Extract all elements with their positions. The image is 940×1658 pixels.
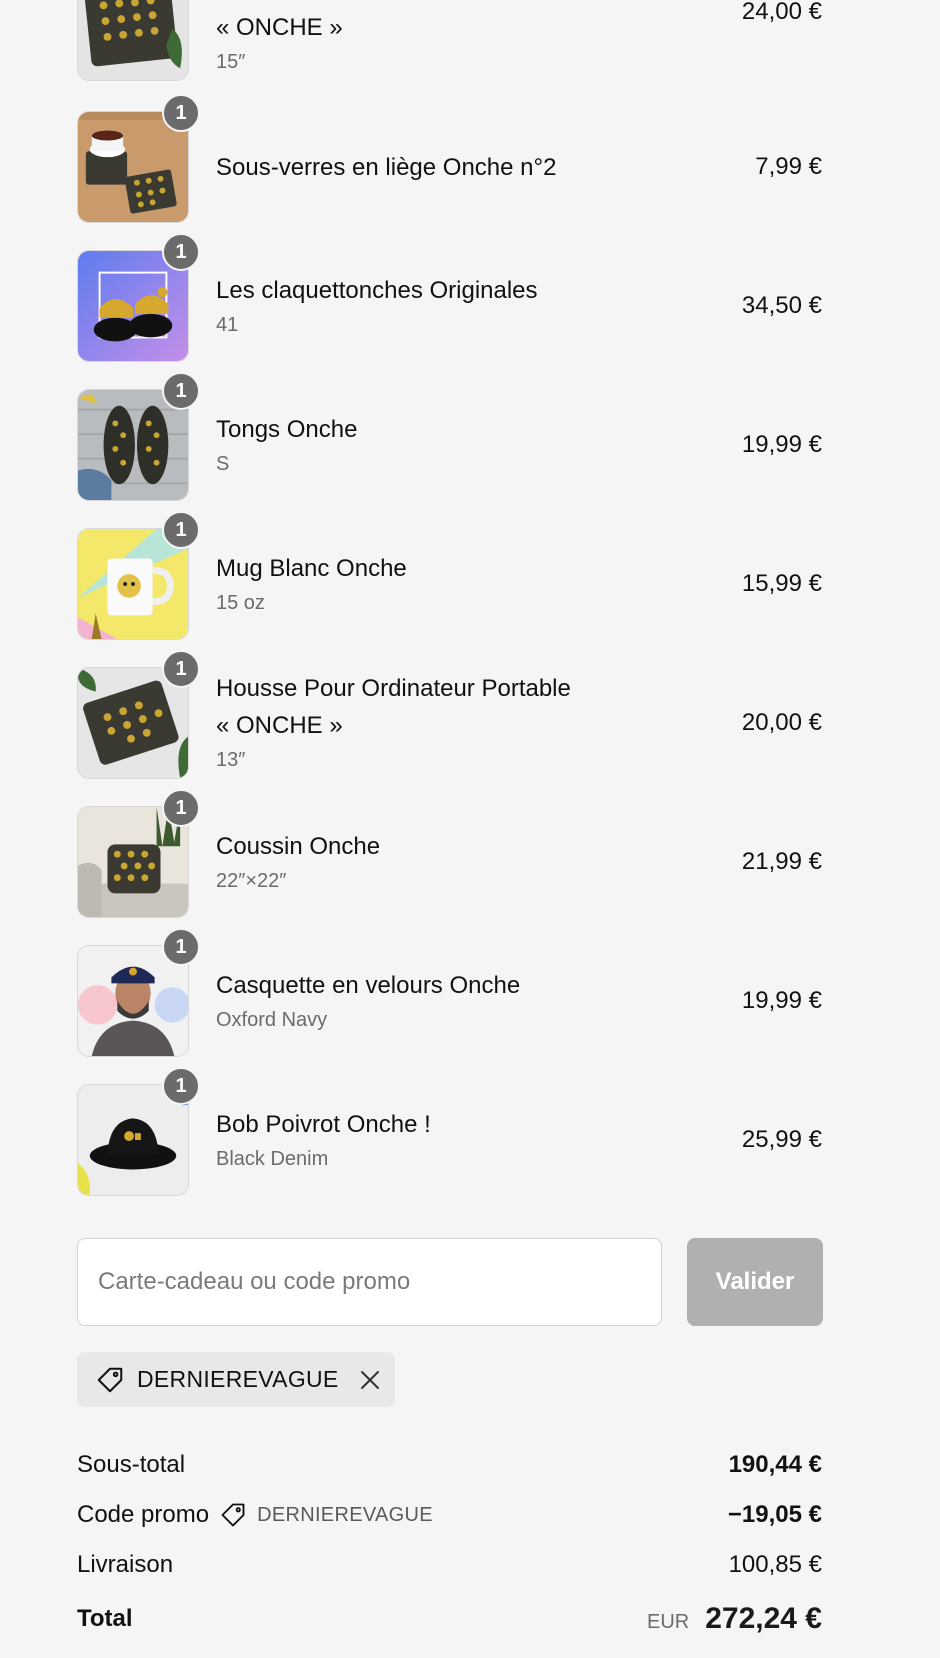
applied-promo-code: DERNIEREVAGUE <box>137 1366 339 1392</box>
discount-code: DERNIEREVAGUE <box>257 1503 433 1526</box>
line-item: 1 Mug Blanc Onche 15 oz 15,99 € <box>77 511 822 642</box>
product-title-line: Les claquettonches Originales <box>216 276 538 304</box>
quantity-badge: 1 <box>162 372 200 410</box>
total-value: 272,24 € <box>705 1602 822 1635</box>
discount-value: −19,05 € <box>727 1501 822 1528</box>
shipping-row: Livraison 100,85 € <box>77 1545 822 1585</box>
quantity-badge: 1 <box>162 94 200 132</box>
product-price: 19,99 € <box>741 987 822 1014</box>
quantity-badge: 1 <box>162 789 200 827</box>
applied-promo-chip: DERNIEREVAGUE <box>77 1352 395 1407</box>
total-row: Total EUR 272,24 € <box>77 1596 822 1642</box>
product-price: 34,50 € <box>741 292 822 319</box>
apply-promo-button[interactable]: Valider <box>687 1238 823 1326</box>
product-title-line: « ONCHE » <box>216 712 343 739</box>
shipping-value: 100,85 € <box>728 1551 822 1578</box>
line-item: 1 Sous-verres en liège Onche n°2 7,99 € <box>77 94 822 225</box>
product-variant: Black Denim <box>216 1147 329 1170</box>
product-title-line: « ONCHE » <box>216 14 343 41</box>
discount-label: Code promo <box>77 1501 210 1528</box>
product-title-line: Mug Blanc Onche <box>216 554 407 582</box>
product-variant: 13″ <box>216 749 246 771</box>
subtotal-row: Sous-total 190,44 € <box>77 1445 822 1485</box>
line-item: Housse Pour Ordinateur Portable « ONCHE … <box>77 0 822 83</box>
product-title-line: Casquette en velours Onche <box>216 971 521 999</box>
line-item: 1 Tongs Onche S 19,99 € <box>77 372 822 503</box>
line-item: 1 Les claquettonches Originales 41 34,50… <box>77 233 822 364</box>
subtotal-value: 190,44 € <box>728 1451 822 1478</box>
product-variant: 22″×22″ <box>216 869 287 892</box>
product-variant: S <box>216 452 230 475</box>
product-price: 21,99 € <box>741 848 822 875</box>
product-price: 19,99 € <box>741 431 822 458</box>
quantity-badge: 1 <box>162 233 200 271</box>
line-item: 1 Coussin Onche 22″×22″ 21,99 € <box>77 789 822 920</box>
quantity-badge: 1 <box>162 650 200 688</box>
line-item: 1 Casquette en velours Onche Oxford Navy… <box>77 928 822 1059</box>
product-title-line: Housse Pour Ordinateur Portable <box>216 0 682 9</box>
product-price: 24,00 € <box>741 0 822 25</box>
tag-icon <box>95 1365 125 1395</box>
discount-row: Code promo DERNIEREVAGUE −19,05 € <box>77 1495 822 1535</box>
subtotal-label: Sous-total <box>77 1451 186 1478</box>
product-title-line: Housse Pour Ordinateur Portable <box>216 675 571 702</box>
quantity-badge: 1 <box>162 511 200 549</box>
product-thumbnail-laptop-sleeve <box>77 0 189 81</box>
promo-code-input[interactable] <box>77 1238 662 1326</box>
product-price: 25,99 € <box>741 1126 822 1153</box>
quantity-badge: 1 <box>162 1067 200 1105</box>
product-variant: 15″ <box>216 51 246 73</box>
shipping-label: Livraison <box>77 1551 174 1578</box>
quantity-badge: 1 <box>162 928 200 966</box>
product-price: 20,00 € <box>741 709 822 736</box>
tag-icon <box>219 1501 247 1529</box>
product-variant: 41 <box>216 313 239 336</box>
product-title-line: Tongs Onche <box>216 415 358 443</box>
line-item: 1 Housse Pour Ordinateur Portable « ONCH… <box>77 650 822 781</box>
currency-code: EUR <box>646 1611 690 1633</box>
line-item: 1 Bob Poivrot Onche ! Black Denim 25,99 … <box>77 1067 822 1198</box>
product-title-line: Coussin Onche <box>216 832 381 860</box>
product-variant: 15 oz <box>216 591 265 614</box>
product-price: 7,99 € <box>755 153 822 180</box>
product-title-line: Sous-verres en liège Onche n°2 <box>216 153 557 181</box>
product-price: 15,99 € <box>741 570 822 597</box>
product-variant: Oxford Navy <box>216 1008 328 1031</box>
product-title-line: Bob Poivrot Onche ! <box>216 1110 431 1138</box>
total-label: Total <box>77 1605 133 1632</box>
remove-promo-close-icon[interactable] <box>359 1369 381 1391</box>
